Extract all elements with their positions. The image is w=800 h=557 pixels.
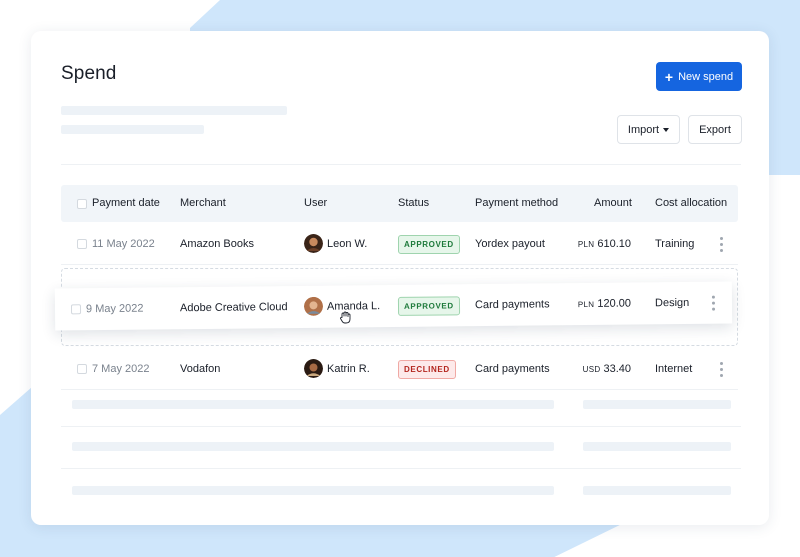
payment-method: Card payments xyxy=(474,298,550,312)
kebab-icon[interactable] xyxy=(711,295,716,311)
payment-date: 7 May 2022 xyxy=(92,363,150,375)
amount-value: 33.40 xyxy=(603,363,631,375)
amount-value: 610.10 xyxy=(597,238,631,250)
column-amount[interactable]: Amount xyxy=(594,185,632,222)
status-badge: APPROVED xyxy=(397,296,460,316)
kebab-icon[interactable] xyxy=(720,237,723,252)
user-name: Katrin R. xyxy=(327,363,370,375)
currency: PLN xyxy=(577,240,595,249)
table-row[interactable]: 11 May 2022 Amazon Books Leon W. APPROVE… xyxy=(61,223,738,265)
column-payment-date[interactable]: Payment date xyxy=(92,185,160,222)
skeleton-line xyxy=(61,106,287,115)
amount-value: 120.00 xyxy=(597,297,632,310)
skeleton-line xyxy=(583,486,731,495)
payment-method: Yordex payout xyxy=(475,238,545,250)
amount: PLN 120.00 xyxy=(578,283,632,326)
export-button[interactable]: Export xyxy=(688,115,742,144)
skeleton-line xyxy=(583,442,731,451)
amount: PLN 610.10 xyxy=(578,223,631,265)
select-all-checkbox[interactable] xyxy=(77,199,87,209)
status-badge: APPROVED xyxy=(398,235,460,254)
payment-date: 9 May 2022 xyxy=(85,302,144,316)
amount: USD 33.40 xyxy=(583,348,631,390)
payment-date: 11 May 2022 xyxy=(92,238,155,250)
currency: USD xyxy=(582,365,601,374)
skeleton-line xyxy=(61,125,204,134)
avatar xyxy=(303,296,323,316)
column-status[interactable]: Status xyxy=(398,185,429,222)
import-button[interactable]: Import xyxy=(617,115,680,144)
avatar xyxy=(304,234,323,253)
column-payment-method[interactable]: Payment method xyxy=(475,185,558,222)
page-title: Spend xyxy=(61,63,117,84)
column-user[interactable]: User xyxy=(304,185,327,222)
cost-allocation: Internet xyxy=(655,363,693,375)
row-checkbox[interactable] xyxy=(77,239,87,249)
plus-icon: + xyxy=(664,68,674,85)
export-label: Export xyxy=(699,123,731,136)
dragged-table-row[interactable]: 9 May 2022 Adobe Creative Cloud Amanda L… xyxy=(54,281,733,331)
row-checkbox[interactable] xyxy=(70,304,82,315)
column-merchant[interactable]: Merchant xyxy=(180,185,226,222)
merchant: Amazon Books xyxy=(180,238,254,250)
status-badge: DECLINED xyxy=(398,360,456,379)
cost-allocation: Design xyxy=(654,296,690,310)
avatar xyxy=(304,359,323,378)
cost-allocation: Training xyxy=(655,238,695,250)
kebab-icon[interactable] xyxy=(720,362,723,377)
divider xyxy=(61,426,741,427)
caret-down-icon xyxy=(663,127,670,132)
table-row[interactable]: 7 May 2022 Vodafon Katrin R. DECLINED Ca… xyxy=(61,348,738,390)
skeleton-line xyxy=(583,400,731,409)
currency: PLN xyxy=(577,299,595,310)
table-header: Payment date Merchant User Status Paymen… xyxy=(61,185,738,222)
import-label: Import xyxy=(627,123,660,136)
new-spend-label: New spend xyxy=(678,70,734,83)
skeleton-line xyxy=(72,486,554,495)
payment-method: Card payments xyxy=(475,363,550,375)
new-spend-button[interactable]: + New spend xyxy=(656,62,742,91)
divider xyxy=(61,468,741,469)
grab-hand-icon xyxy=(340,311,351,324)
skeleton-line xyxy=(72,400,554,409)
merchant: Vodafon xyxy=(180,363,221,375)
user-name: Leon W. xyxy=(327,238,368,250)
merchant: Adobe Creative Cloud xyxy=(179,301,288,315)
column-cost-allocation[interactable]: Cost allocation xyxy=(655,185,727,222)
skeleton-line xyxy=(72,442,554,451)
divider xyxy=(61,164,741,165)
row-checkbox[interactable] xyxy=(77,364,87,374)
spend-card: Spend + New spend Import Export Payment … xyxy=(31,31,769,525)
